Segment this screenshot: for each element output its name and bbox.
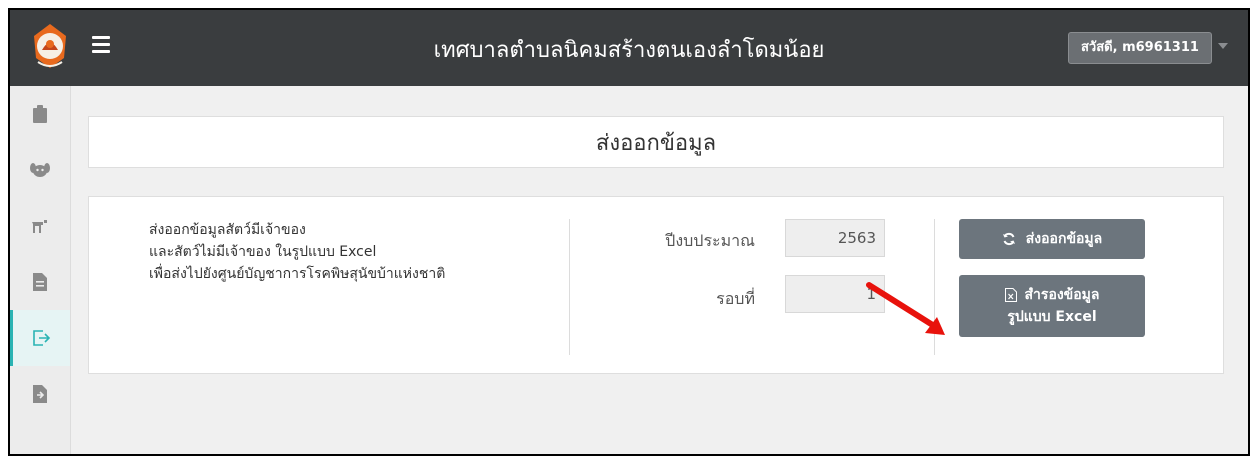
document-icon bbox=[33, 273, 47, 291]
top-navbar: เทศบาลตำบลนิคมสร้างตนเองลำโดมน้อย สวัสดี… bbox=[10, 10, 1248, 86]
export-button-label: ส่งออกข้อมูล bbox=[1025, 231, 1103, 247]
sidebar bbox=[10, 86, 71, 454]
browser-frame: เทศบาลตำบลนิคมสร้างตนเองลำโดมน้อย สวัสดี… bbox=[8, 8, 1250, 456]
refresh-icon bbox=[1002, 232, 1015, 246]
description-line-2: และสัตว์ไม่มีเจ้าของ ในรูปแบบ Excel bbox=[149, 244, 377, 260]
backup-button-label-2: รูปแบบ Excel bbox=[1007, 309, 1097, 325]
export-panel: ส่งออกข้อมูลสัตว์มีเจ้าของ และสัตว์ไม่มี… bbox=[88, 196, 1224, 374]
export-description: ส่งออกข้อมูลสัตว์มีเจ้าของ และสัตว์ไม่มี… bbox=[149, 219, 445, 285]
excel-file-icon bbox=[1004, 288, 1017, 302]
main-content: ส่งออกข้อมูล ส่งออกข้อมูลสัตว์มีเจ้าของ … bbox=[70, 86, 1248, 454]
export-data-button[interactable]: ส่งออกข้อมูล bbox=[959, 219, 1145, 259]
animal-icon bbox=[32, 220, 47, 233]
export-icon bbox=[32, 330, 50, 346]
backup-excel-button[interactable]: สำรองข้อมูล รูปแบบ Excel bbox=[959, 275, 1145, 337]
sidebar-item-animal[interactable] bbox=[10, 198, 70, 254]
chevron-down-icon[interactable] bbox=[1218, 43, 1228, 49]
budget-year-label: ปีงบประมาณ bbox=[665, 231, 755, 250]
user-menu-button[interactable]: สวัสดี, m6961311 bbox=[1068, 32, 1212, 64]
clipboard-icon bbox=[33, 105, 47, 123]
app-title: เทศบาลตำบลนิคมสร้างตนเองลำโดมน้อย bbox=[433, 38, 825, 63]
description-line-3: เพื่อส่งไปยังศูนย์บัญชาการโรคพิษสุนัขบ้า… bbox=[149, 266, 446, 282]
sidebar-item-dog[interactable] bbox=[10, 142, 70, 198]
sidebar-item-export[interactable] bbox=[10, 310, 70, 366]
file-import-icon bbox=[33, 385, 47, 403]
sidebar-item-document[interactable] bbox=[10, 254, 70, 310]
backup-button-label-1: สำรองข้อมูล bbox=[1024, 287, 1100, 303]
budget-year-field[interactable]: 2563 bbox=[785, 219, 885, 257]
dog-icon bbox=[30, 163, 50, 177]
page-title-panel: ส่งออกข้อมูล bbox=[88, 116, 1224, 168]
description-line-1: ส่งออกข้อมูลสัตว์มีเจ้าของ bbox=[149, 222, 306, 238]
page-title: ส่งออกข้อมูล bbox=[595, 130, 717, 156]
annotation-arrow bbox=[866, 282, 945, 335]
divider bbox=[569, 219, 570, 355]
sidebar-item-file-import[interactable] bbox=[10, 366, 70, 422]
sidebar-item-clipboard[interactable] bbox=[10, 86, 70, 142]
round-label: รอบที่ bbox=[716, 289, 755, 308]
